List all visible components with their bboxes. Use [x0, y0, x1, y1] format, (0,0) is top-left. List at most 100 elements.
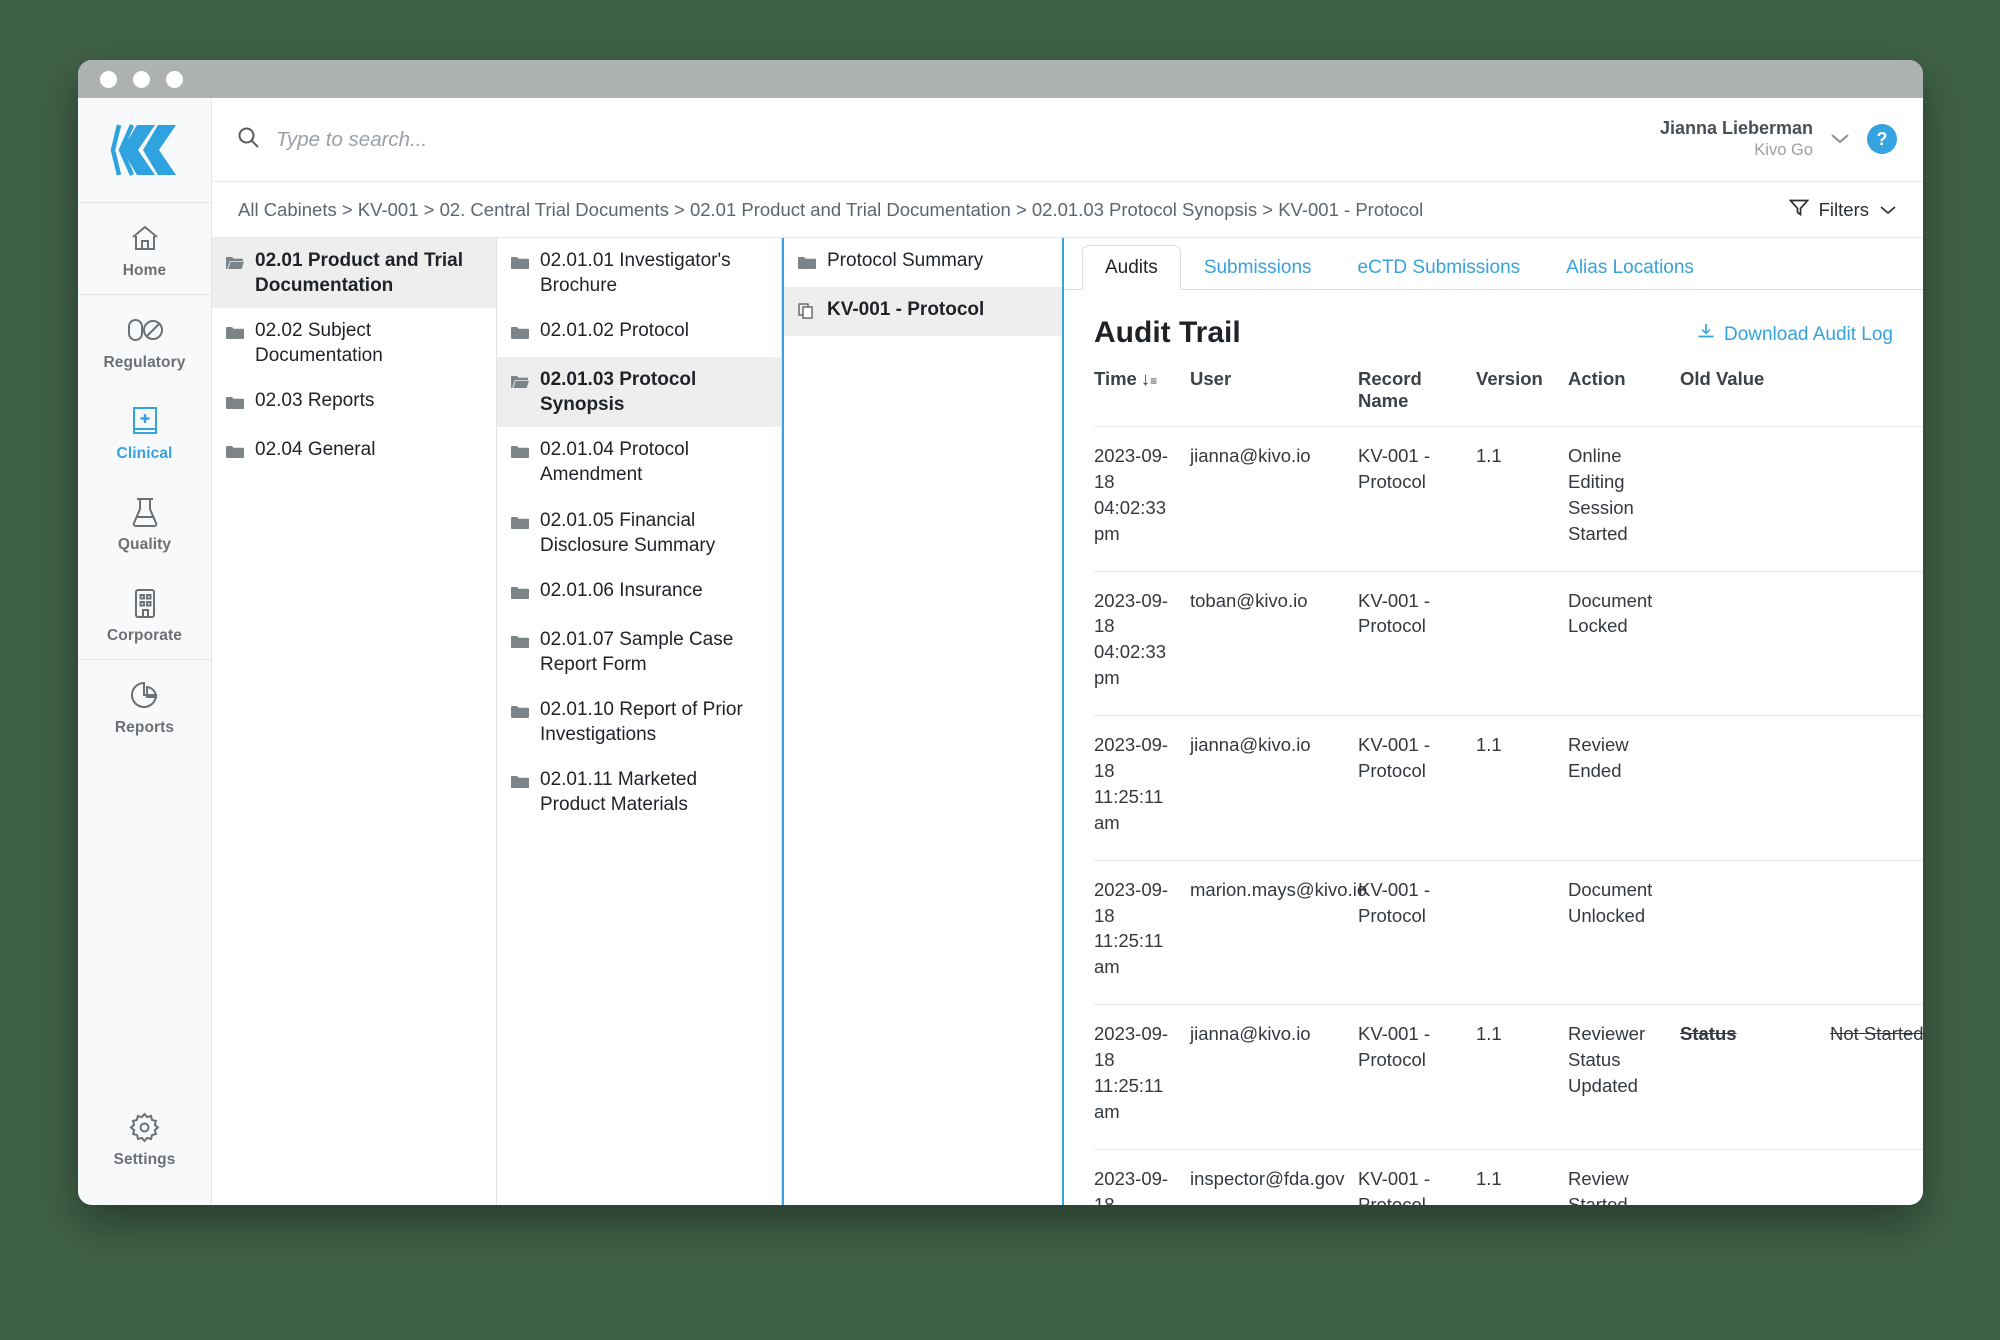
audit-table: Time ↓≡ User Record Name Version Action O… [1094, 368, 1923, 1205]
filter-funnel-icon [1788, 198, 1809, 221]
sidebar-item-quality[interactable]: Quality [78, 477, 211, 568]
search-input-placeholder: Type to search... [276, 127, 428, 151]
document-item-label: KV-001 - Protocol [827, 299, 985, 321]
table-row[interactable]: 2023-09-18 04:02:33 pm jianna@kivo.io KV… [1094, 426, 1923, 572]
folder-item[interactable]: 02.01.04 Protocol Amendment [497, 427, 781, 497]
pill-icon [78, 313, 211, 347]
pie-chart-icon [78, 678, 211, 712]
folder-item[interactable]: 02.01.02 Protocol [497, 308, 781, 357]
rail-spacer [78, 751, 211, 1092]
filters-button[interactable]: Filters [1788, 198, 1897, 221]
column-header-record-name[interactable]: Record Name [1358, 368, 1476, 427]
table-row[interactable]: 2023-09-18 04:02:33 pm toban@kivo.io KV-… [1094, 571, 1923, 717]
folder-item[interactable]: Protocol Summary [784, 238, 1062, 287]
cell-user: marion.mays@kivo.io [1190, 860, 1367, 1006]
sidebar-item-regulatory[interactable]: Regulatory [78, 295, 211, 386]
folder-item-label: 02.01.10 Report of Prior Investigations [540, 698, 743, 746]
cell-old-field [1680, 715, 1830, 861]
folder-item-label: 02.04 General [255, 439, 376, 461]
user-menu[interactable]: Jianna Lieberman Kivo Go ? [1660, 117, 1897, 161]
folder-item-label: 02.01.02 Protocol [540, 320, 689, 342]
help-button[interactable]: ? [1867, 124, 1897, 155]
tab-alias-locations[interactable]: Alias Locations [1543, 245, 1717, 290]
cell-time: 2023-09-18 04:02:33 pm [1094, 571, 1190, 717]
cell-time: 2023-09-18 11:25:11 am [1094, 860, 1190, 1006]
folder-column-2: 02.01.01 Investigator's Brochure 02.01.0… [497, 238, 782, 1205]
app-logo[interactable] [78, 98, 211, 202]
download-audit-log-label: Download Audit Log [1723, 324, 1893, 345]
page-title: Audit Trail [1094, 316, 1241, 349]
table-row[interactable]: 2023-09-18 11:24:09 am inspector@fda.gov… [1094, 1149, 1923, 1205]
column-header-version[interactable]: Version [1476, 368, 1568, 427]
tab-submissions[interactable]: Submissions [1181, 245, 1335, 290]
cell-action: Document Locked [1568, 571, 1680, 717]
column-header-action[interactable]: Action [1568, 368, 1680, 427]
folder-icon [226, 437, 244, 466]
column-header-user[interactable]: User [1190, 368, 1358, 427]
table-row[interactable]: 2023-09-18 11:25:11 am marion.mays@kivo.… [1094, 860, 1923, 1006]
user-org: Kivo Go [1754, 141, 1813, 160]
sidebar-item-home[interactable]: Home [78, 203, 211, 294]
column-header-old-value[interactable]: Old Value [1680, 368, 1923, 427]
cell-old-value [1830, 860, 1923, 1006]
document-item[interactable]: KV-001 - Protocol [784, 287, 1062, 337]
cell-record: KV-001 - Protocol [1358, 1149, 1476, 1205]
tab-audits[interactable]: Audits [1082, 245, 1181, 290]
sidebar-item-quality-label: Quality [117, 536, 172, 553]
cell-old-value [1830, 1149, 1923, 1205]
sidebar-item-settings[interactable]: Settings [78, 1092, 211, 1205]
cell-old-value [1830, 571, 1923, 717]
breadcrumb-bar: All Cabinets > KV-001 > 02. Central Tria… [212, 182, 1923, 238]
window-close-button[interactable] [100, 70, 117, 88]
table-row[interactable]: 2023-09-18 11:25:11 am jianna@kivo.io KV… [1094, 1004, 1923, 1150]
download-audit-log-button[interactable]: Download Audit Log [1696, 322, 1893, 348]
folder-item[interactable]: 02.01.07 Sample Case Report Form [497, 617, 781, 687]
folder-item[interactable]: 02.02 Subject Documentation [212, 308, 496, 378]
column-header-time[interactable]: Time ↓≡ [1094, 368, 1190, 427]
top-bar: Type to search... Jianna Lieberman Kivo … [212, 98, 1923, 182]
folder-icon [511, 767, 529, 817]
sidebar-item-regulatory-label: Regulatory [103, 354, 186, 371]
folder-item[interactable]: 02.01.06 Insurance [497, 568, 781, 617]
cell-action: Online Editing Session Started [1568, 426, 1680, 572]
chevron-down-icon[interactable] [1829, 129, 1851, 150]
sidebar-item-reports[interactable]: Reports [78, 660, 211, 751]
folder-item[interactable]: 02.01.11 Marketed Product Materials [497, 757, 781, 827]
detail-tabs: Audits Submissions eCTD Submissions Alia… [1064, 238, 1923, 290]
folder-item-label: Protocol Summary [827, 250, 984, 271]
breadcrumb[interactable]: All Cabinets > KV-001 > 02. Central Tria… [238, 199, 1789, 221]
search-field[interactable]: Type to search... [236, 125, 1660, 154]
folder-icon [226, 388, 244, 417]
cell-version: 1.1 [1476, 1149, 1568, 1205]
folder-column-3: Protocol Summary KV-001 - Protocol [782, 238, 1064, 1205]
folder-item[interactable]: 02.01 Product and Trial Documentation [212, 238, 496, 309]
sort-desc-icon[interactable]: ↓≡ [1141, 368, 1157, 390]
folder-item[interactable]: 02.01.03 Protocol Synopsis [497, 357, 781, 428]
sidebar-item-corporate[interactable]: Corporate [78, 568, 211, 659]
gear-icon [78, 1110, 211, 1144]
detail-header: Audit Trail Download Audit Log [1064, 290, 1923, 368]
sidebar-item-clinical[interactable]: Clinical [78, 386, 211, 477]
cell-time: 2023-09-18 11:25:11 am [1094, 715, 1190, 861]
table-row[interactable]: 2023-09-18 11:25:11 am jianna@kivo.io KV… [1094, 715, 1923, 861]
window-maximize-button[interactable] [166, 70, 183, 88]
window-titlebar [78, 60, 1923, 98]
folder-item[interactable]: 02.04 General [212, 427, 496, 476]
tab-ectd-submissions[interactable]: eCTD Submissions [1335, 245, 1544, 290]
table-header-row: Time ↓≡ User Record Name Version Action O… [1094, 368, 1923, 427]
folder-icon [511, 578, 529, 607]
folder-icon [511, 508, 529, 558]
folder-item[interactable]: 02.01.01 Investigator's Brochure [497, 238, 781, 308]
folder-item-label: 02.01.11 Marketed Product Materials [540, 769, 698, 816]
cell-old-field: Status [1680, 1004, 1830, 1150]
folder-icon [511, 318, 529, 347]
cell-old-field [1680, 860, 1830, 1006]
audit-table-container[interactable]: Time ↓≡ User Record Name Version Action O… [1064, 368, 1923, 1205]
folder-item[interactable]: 02.03 Reports [212, 378, 496, 427]
sidebar-item-settings-label: Settings [113, 1151, 176, 1168]
audit-table-body: 2023-09-18 04:02:33 pm jianna@kivo.io KV… [1094, 426, 1923, 1205]
cell-record: KV-001 - Protocol [1358, 715, 1476, 861]
folder-item[interactable]: 02.01.10 Report of Prior Investigations [497, 687, 781, 757]
window-minimize-button[interactable] [133, 70, 150, 88]
folder-item[interactable]: 02.01.05 Financial Disclosure Summary [497, 498, 781, 568]
